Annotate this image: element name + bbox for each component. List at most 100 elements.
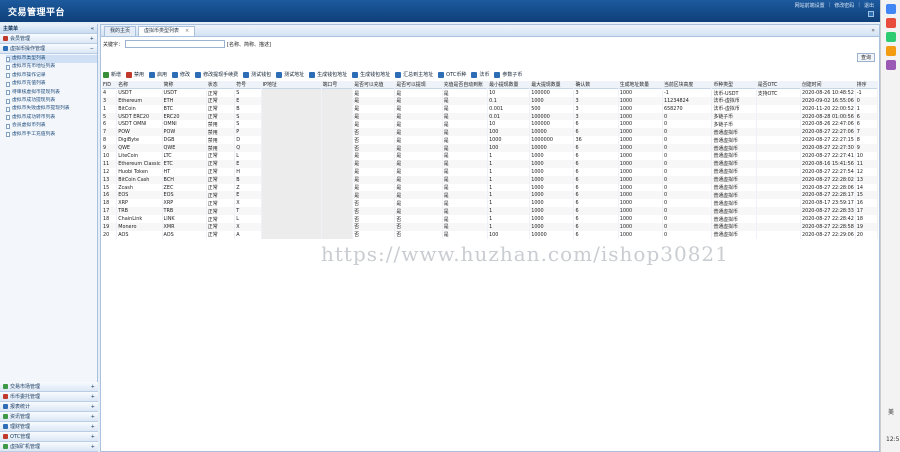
table-row[interactable]: 3 Ethereum ETH 正常 E 是是是 0.1 1000 3 1000 11234824 法币… [102,96,879,105]
table-row[interactable]: 16 EOS EOS 正常 E 是是是 1 1000 6 1000 0 普通虚拟币 2020-08-27… [102,191,879,200]
sidebar-group-news[interactable]: 资讯管理 + [0,412,98,422]
table-row[interactable]: 11 Ethereum Classic ETC 正常 E 是是是 1 1000 6 1000 0 普通… [102,159,879,168]
column-header[interactable]: 最小提现数量 [487,81,531,89]
table-cell [261,128,322,137]
column-header[interactable]: 名称 [116,81,163,89]
app-icon[interactable] [885,46,896,56]
sidebar-group-finance[interactable]: 理财管理 + [0,422,98,432]
browser-icon[interactable] [885,4,896,14]
sidebar-group-orders[interactable]: 币币委托管理 + [0,392,98,402]
table-row[interactable]: 15 Zcash ZEC 正常 Z 是是是 1 1000 6 1000 0 普通虚拟币 2020-08-… [102,183,879,192]
table-row[interactable]: 8 DigiByte DGB 禁用 D 否是是 1000 1000000 36 1000 0 普通虚拟… [102,136,879,145]
column-header[interactable]: IP地址 [261,81,322,89]
window-icon[interactable] [868,11,874,17]
tabs-scroll-icon[interactable]: » [871,26,875,36]
table-row[interactable]: 18 ChainLink LINK 正常 L 否否是 1 1000 6 1000 0 普通虚拟币 202… [102,215,879,224]
table-row[interactable]: 13 BitCoin Cash BCH 正常 B 是是是 1 1000 6 1000 0 普通虚拟币 2… [102,175,879,184]
column-header[interactable]: 充值是否自动到账 [442,81,489,89]
table-row[interactable]: 4 USDT USDT 正常 S 是是是 10 100000 3 1000 -1 法币-USDT 支持O… [102,88,879,97]
sidebar-item-operation-log[interactable]: 虚拟币操作记录 [6,72,97,80]
sidebar-group-market[interactable]: 交易市场管理 + [0,382,98,392]
column-header[interactable]: 确认数 [573,81,619,89]
sidebar-item-coin-types[interactable]: 虚拟币类型列表 [6,55,97,64]
table-cell: 正常 [206,167,236,176]
keyword-input[interactable] [125,40,226,48]
column-header[interactable]: 符号 [234,81,262,89]
table-cell: OMNI [162,120,207,129]
sidebar-item-deposit-list[interactable]: 虚拟币充值列表 [6,80,97,88]
query-button[interactable]: 查询 [856,53,875,62]
column-header[interactable]: 是否OTC [756,81,801,89]
column-header[interactable]: 排序 [855,81,879,89]
sidebar-group-otc[interactable]: OTC管理 + [0,432,98,442]
app-icon[interactable] [885,32,896,42]
change-password-link[interactable]: 修改密码 [834,2,854,9]
table-cell: 普通虚拟币 [711,175,757,184]
toolbar-button[interactable]: 测试地址 [276,71,304,78]
table-row[interactable]: 6 USDT OMNI OMNI 禁用 S 是是是 10 100000 6 1000 0 多链子币 20… [102,120,879,129]
table-row[interactable]: 12 Huobi Token HT 正常 H 是是是 1 1000 6 1000 0 普通虚拟币 202… [102,167,879,176]
tab-coin-types[interactable]: 虚拟币类型列表 × [138,26,196,36]
sidebar-item-manual-deposit[interactable]: 虚拟币手工充值列表 [6,131,97,139]
column-header[interactable]: 当前区块高度 [662,81,713,89]
column-header[interactable]: 创建时间 [800,81,856,89]
column-header[interactable]: 生成地址数量 [618,81,663,89]
sidebar-item-member-coins[interactable]: 会员虚拟币列表 [6,122,97,130]
column-header[interactable]: 币种类型 [711,81,757,89]
table-row[interactable]: 9 QWE QWE 禁用 Q 否是是 100 10000 6 1000 0 普通虚拟币 2020-08-… [102,144,879,153]
toolbar-button[interactable]: 生成钱包地址 [352,71,390,78]
toolbar-button[interactable]: 生成钱包地址 [309,71,347,78]
sidebar-item-deposit-address[interactable]: 虚拟币充币地址列表 [6,63,97,71]
column-header[interactable]: 端口号 [321,81,354,89]
table-cell [321,88,354,97]
table-cell: 3 [573,96,619,105]
column-header[interactable]: FID [102,81,118,89]
close-tab-icon[interactable]: × [185,28,189,34]
table-cell: AOS [162,230,207,239]
toolbar-button[interactable]: 测试钱包 [243,71,271,78]
table-row[interactable]: 5 USDT ERC20 ERC20 正常 S 是是是 0.01 100000 3 1000 0 多链… [102,112,879,121]
table-row[interactable]: 19 Monero XMR 正常 X 否否是 1 1000 6 1000 0 普通虚拟币 2020-08… [102,223,879,231]
sidebar-item-success-withdraw[interactable]: 虚拟币成功提现列表 [6,97,97,105]
table-cell: 2020-08-27 22:27:15 [800,136,856,145]
sidebar: 主菜单 « 会员管理 + 虚拟币操作管理 − 虚拟币类型列表 虚拟币充币地址列表 虚拟… [0,24,98,452]
app-icon[interactable] [885,60,896,70]
toolbar-button[interactable]: 禁用 [126,71,144,78]
toolbar: 新增 禁用 启用 修改 修改提现手续费 测试钱包 测试地址 生成钱包地址 生成钱包地址 汇总到主地… [103,70,522,79]
toolbar-button[interactable]: 新增 [103,71,121,78]
toolbar-button[interactable]: 修改 [172,71,190,78]
table-row[interactable]: 20 AOS AOS 正常 A 否否是 100 10000 6 1000 0 普通虚拟币 2020-08… [102,230,879,239]
toolbar-button[interactable]: 参数子币 [494,71,522,78]
toolbar-button[interactable]: 法币 [471,71,489,78]
table-row[interactable]: 10 LiteCoin LTC 正常 L 是是是 1 1000 6 1000 0 普通虚拟币 2020-… [102,152,879,160]
sidebar-group-members[interactable]: 会员管理 + [0,34,97,44]
toolbar-button[interactable]: 启用 [149,71,167,78]
app-icon[interactable] [885,18,896,28]
table-row[interactable]: 17 TRB TRB 正常 T 否是是 1 1000 6 1000 0 普通虚拟币 2020-08-27… [102,207,879,216]
table-cell: 是 [442,152,489,160]
column-header[interactable]: 最大提现数量 [529,81,575,89]
sidebar-group-coin-ops[interactable]: 虚拟币操作管理 − [0,44,97,54]
sidebar-group-miner[interactable]: 虚拟矿机管理 + [0,442,98,452]
toolbar-button[interactable]: OTC币种 [438,71,466,78]
toolbar-button[interactable]: 修改提现手续费 [195,71,238,78]
table-cell [321,104,354,113]
sidebar-item-failed-withdraw[interactable]: 虚拟币失败虚拟币提现列表 [6,105,97,113]
table-row[interactable]: 18 XRP XRP 正常 X 否是是 1 1000 6 1000 0 普通虚拟币 2020-08-17… [102,199,879,208]
collapse-sidebar-icon[interactable]: « [91,26,94,32]
logout-link[interactable]: 退出 [864,2,874,9]
column-header[interactable]: 简称 [162,81,207,89]
tab-home[interactable]: 我的主页 [104,26,137,36]
column-header[interactable]: 是否可以提现 [394,81,443,89]
sidebar-group-reports[interactable]: 报表统计 + [0,402,98,412]
sidebar-item-pending-withdraw[interactable]: 待审核虚拟币提现列表 [6,89,97,97]
table-row[interactable]: 7 POW POW 禁用 P 否是是 100 10000 6 1000 0 普通虚拟币 2020-08-… [102,128,879,137]
sidebar-item-success-transfer[interactable]: 虚拟币成功转币列表 [6,114,97,122]
column-header[interactable]: 是否可以充值 [352,81,396,89]
table-cell: 多链子币 [711,112,757,121]
site-settings-link[interactable]: 网站前端设置 [795,2,825,9]
column-header[interactable]: 状态 [206,81,236,89]
toolbar-button[interactable]: 汇总到主地址 [395,71,433,78]
ime-indicator[interactable]: 美 [886,407,896,417]
table-row[interactable]: 1 BitCoin BTC 正常 B 是是是 0.001 500 3 1000 658270 法币-虚… [102,104,879,113]
